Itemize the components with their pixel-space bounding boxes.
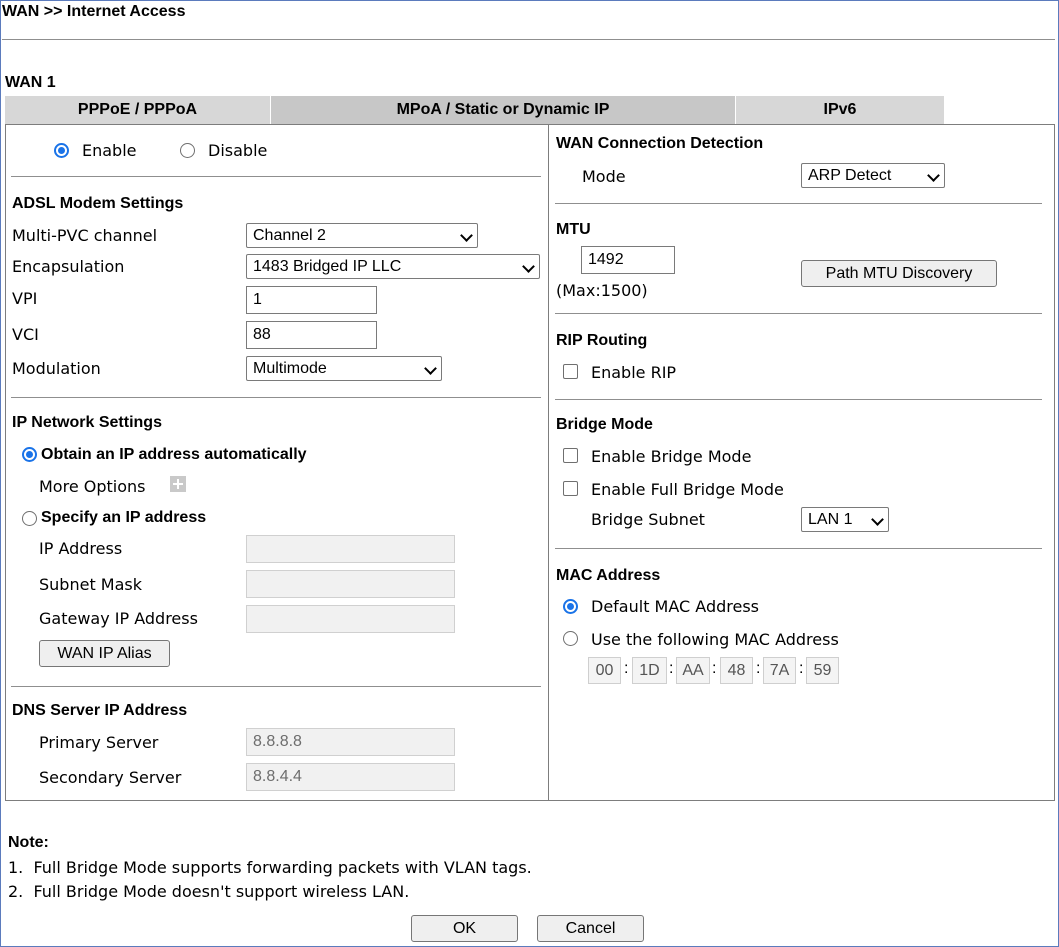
- header-divider: [2, 39, 1055, 40]
- primary-server-input[interactable]: 8.8.8.8: [246, 728, 455, 756]
- chevron-down-icon: [522, 260, 535, 273]
- divider: [555, 313, 1042, 314]
- bridge-subnet-select[interactable]: LAN 1: [801, 507, 889, 532]
- mac-separator: :: [624, 660, 629, 677]
- specify-ip-radio[interactable]: [22, 511, 37, 526]
- mac-separator: :: [669, 660, 674, 677]
- enable-bridge-label: Enable Bridge Mode: [591, 447, 752, 466]
- mac-title: MAC Address: [556, 567, 661, 584]
- mac-separator: :: [799, 660, 804, 677]
- ip-network-title: IP Network Settings: [12, 414, 162, 431]
- divider: [555, 548, 1042, 549]
- enable-full-bridge-checkbox[interactable]: [563, 481, 578, 496]
- default-mac-radio[interactable]: [563, 599, 578, 614]
- tab-ipv6[interactable]: IPv6: [736, 96, 944, 124]
- disable-label: Disable: [208, 141, 268, 160]
- divider: [555, 203, 1042, 204]
- enable-rip-label: Enable RIP: [591, 363, 677, 382]
- bridge-subnet-value: LAN 1: [808, 511, 853, 528]
- mode-label: Mode: [582, 167, 626, 186]
- mode-select[interactable]: ARP Detect: [801, 163, 945, 188]
- obtain-auto-label: Obtain an IP address automatically: [41, 446, 307, 463]
- encapsulation-value: 1483 Bridged IP LLC: [253, 258, 402, 275]
- ok-button[interactable]: OK: [411, 915, 518, 942]
- enable-bridge-checkbox[interactable]: [563, 448, 578, 463]
- disable-radio[interactable]: [180, 143, 195, 158]
- subnet-mask-label: Subnet Mask: [39, 575, 143, 594]
- mtu-input[interactable]: 1492: [581, 246, 675, 274]
- mac-octet-2[interactable]: 1D: [632, 657, 667, 684]
- tab-pppoe-pppoa[interactable]: PPPoE / PPPoA: [5, 96, 270, 124]
- enable-label: Enable: [82, 141, 137, 160]
- enable-radio[interactable]: [54, 143, 69, 158]
- mac-octet-4[interactable]: 48: [720, 657, 753, 684]
- chevron-down-icon: [460, 229, 473, 242]
- plus-icon[interactable]: [170, 476, 186, 492]
- multi-pvc-select[interactable]: Channel 2: [246, 223, 478, 248]
- mode-value: ARP Detect: [808, 167, 892, 184]
- note-title: Note:: [8, 834, 49, 851]
- wan-ip-alias-button[interactable]: WAN IP Alias: [39, 640, 170, 667]
- ip-address-input[interactable]: [246, 535, 455, 563]
- modulation-value: Multimode: [253, 360, 327, 377]
- mac-octet-1[interactable]: 00: [588, 657, 621, 684]
- enable-rip-checkbox[interactable]: [563, 364, 578, 379]
- custom-mac-label: Use the following MAC Address: [591, 630, 839, 649]
- path-mtu-discovery-button[interactable]: Path MTU Discovery: [801, 260, 997, 287]
- divider: [11, 176, 541, 177]
- modulation-select[interactable]: Multimode: [246, 356, 442, 381]
- bridge-title: Bridge Mode: [556, 416, 653, 433]
- encapsulation-label: Encapsulation: [12, 257, 125, 276]
- wan-label: WAN 1: [5, 74, 56, 91]
- ip-address-label: IP Address: [39, 539, 123, 558]
- secondary-server-input[interactable]: 8.8.4.4: [246, 763, 455, 791]
- custom-mac-radio[interactable]: [563, 631, 578, 646]
- modulation-label: Modulation: [12, 359, 101, 378]
- mac-octet-3[interactable]: AA: [676, 657, 710, 684]
- bridge-subnet-label: Bridge Subnet: [591, 510, 705, 529]
- subnet-mask-input[interactable]: [246, 570, 455, 598]
- divider: [555, 399, 1042, 400]
- vci-input[interactable]: 88: [246, 321, 377, 349]
- primary-server-label: Primary Server: [39, 733, 159, 752]
- mac-octet-5[interactable]: 7A: [763, 657, 796, 684]
- default-mac-label: Default MAC Address: [591, 597, 759, 616]
- more-options-label[interactable]: More Options: [39, 477, 145, 496]
- vpi-label: VPI: [12, 289, 38, 308]
- mac-separator: :: [712, 660, 717, 677]
- vpi-input[interactable]: 1: [246, 286, 377, 314]
- divider: [11, 397, 541, 398]
- multi-pvc-value: Channel 2: [253, 227, 326, 244]
- cancel-button[interactable]: Cancel: [537, 915, 644, 942]
- obtain-auto-radio[interactable]: [22, 447, 37, 462]
- note-item: 2. Full Bridge Mode doesn't support wire…: [8, 882, 410, 901]
- mac-separator: :: [756, 660, 761, 677]
- enable-full-bridge-label: Enable Full Bridge Mode: [591, 480, 784, 499]
- chevron-down-icon: [424, 362, 437, 375]
- rip-title: RIP Routing: [556, 332, 648, 349]
- gateway-input[interactable]: [246, 605, 455, 633]
- vci-label: VCI: [12, 325, 39, 344]
- divider: [11, 686, 541, 687]
- mac-octet-6[interactable]: 59: [806, 657, 839, 684]
- multi-pvc-label: Multi-PVC channel: [12, 226, 158, 245]
- secondary-server-label: Secondary Server: [39, 768, 182, 787]
- gateway-label: Gateway IP Address: [39, 609, 198, 628]
- note-item: 1. Full Bridge Mode supports forwarding …: [8, 858, 532, 877]
- chevron-down-icon: [927, 169, 940, 182]
- encapsulation-select[interactable]: 1483 Bridged IP LLC: [246, 254, 540, 279]
- adsl-title: ADSL Modem Settings: [12, 195, 184, 212]
- tab-mpoa-static-dynamic[interactable]: MPoA / Static or Dynamic IP: [271, 96, 735, 124]
- specify-ip-label: Specify an IP address: [41, 509, 207, 526]
- dns-title: DNS Server IP Address: [12, 702, 188, 719]
- chevron-down-icon: [871, 513, 884, 526]
- page-title: WAN >> Internet Access: [2, 3, 186, 20]
- mtu-title: MTU: [556, 221, 591, 238]
- detection-title: WAN Connection Detection: [556, 135, 764, 152]
- mtu-max-label: (Max:1500): [556, 281, 648, 300]
- column-divider: [548, 124, 549, 801]
